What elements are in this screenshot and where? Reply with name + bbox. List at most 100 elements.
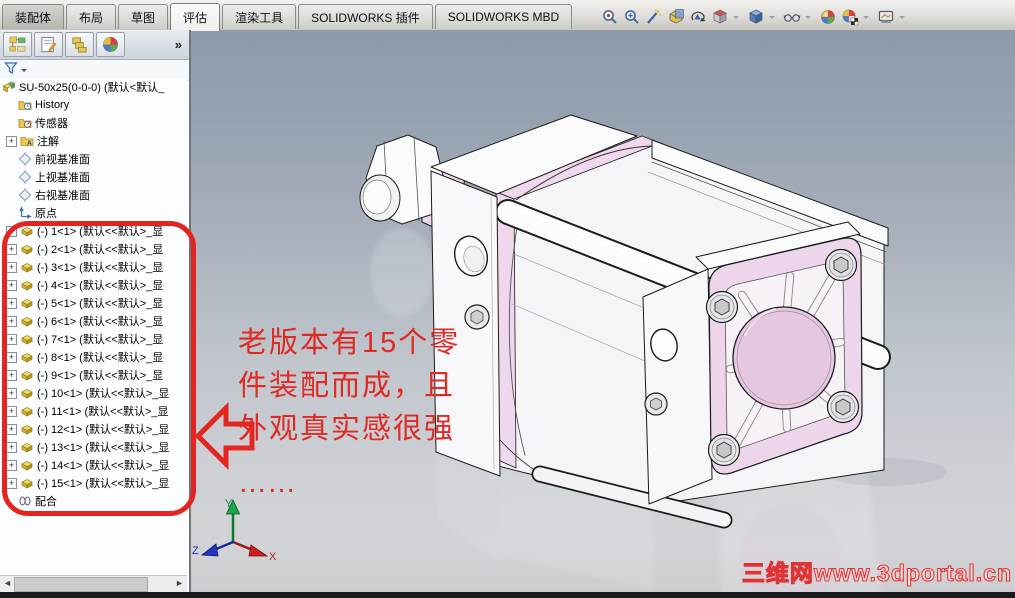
display-style-icon[interactable] [747, 8, 765, 26]
tree-item-part-19[interactable]: + (-) 12<1> (默认<<默认>_显 [0, 420, 187, 438]
zoom-to-selection-icon[interactable] [645, 8, 663, 26]
tree-item-part-18[interactable]: + (-) 11<1> (默认<<默认>_显 [0, 402, 187, 420]
tree-item-label: (-) 1<1> (默认<<默认>_显 [37, 226, 164, 238]
heads-up-view-toolbar [601, 8, 913, 26]
part-icon [20, 386, 34, 400]
expand-box[interactable]: + [6, 333, 17, 345]
filter-funnel-icon[interactable] [4, 61, 18, 80]
tree-item-history-1[interactable]: History [0, 96, 187, 114]
section-view-icon[interactable] [667, 8, 685, 26]
expand-box[interactable]: + [6, 351, 17, 363]
tree-item-label: SU-50x25(0-0-0) (默认<默认_ [19, 82, 165, 94]
expand-box[interactable]: + [6, 297, 17, 309]
tree-item-label: (-) 6<1> (默认<<默认>_显 [37, 316, 164, 328]
scroll-left-arrow[interactable]: ◄ [2, 578, 13, 589]
model-front-side-screw[interactable] [644, 392, 668, 416]
tree-item-part-15[interactable]: + (-) 8<1> (默认<<默认>_显 [0, 348, 187, 366]
expand-box[interactable]: + [6, 423, 17, 435]
reference-triad: Y X Z [192, 498, 277, 563]
hide-show-items-icon[interactable] [783, 8, 801, 26]
tree-item-label: (-) 4<1> (默认<<默认>_显 [37, 280, 164, 292]
tree-item-label: 传感器 [35, 118, 68, 130]
configurationmanager-tab[interactable] [65, 32, 94, 57]
tree-item-plane-4[interactable]: 前视基准面 [0, 150, 187, 168]
tree-item-sensors-2[interactable]: 传感器 [0, 114, 187, 132]
tree-horizontal-scrollbar[interactable]: ◄ ► [0, 575, 187, 592]
expand-box[interactable]: + [6, 225, 17, 237]
tree-item-part-17[interactable]: + (-) 10<1> (默认<<默认>_显 [0, 384, 187, 402]
tree-item-annotations-3[interactable]: + A 注解 [0, 132, 187, 150]
part-icon [20, 458, 34, 472]
tab-command-5[interactable]: SOLIDWORKS 插件 [298, 4, 433, 29]
expand-box[interactable]: + [6, 261, 17, 273]
3d-scene[interactable]: Y X Z [191, 30, 1015, 592]
expand-box[interactable]: + [6, 279, 17, 291]
expand-box[interactable]: + [6, 405, 17, 417]
tree-item-plane-5[interactable]: 上视基准面 [0, 168, 187, 186]
tree-item-label: (-) 8<1> (默认<<默认>_显 [37, 352, 164, 364]
tab-command-2[interactable]: 草图 [118, 4, 169, 29]
tree-item-plane-6[interactable]: 右视基准面 [0, 186, 187, 204]
part-icon [20, 422, 34, 436]
tab-command-1[interactable]: 布局 [66, 4, 117, 29]
apply-scene-dropdown-arrow[interactable] [863, 16, 869, 22]
expand-box[interactable]: + [6, 135, 17, 147]
model-bore-cover[interactable] [732, 306, 836, 410]
history-icon [18, 98, 32, 112]
tree-item-part-14[interactable]: + (-) 7<1> (默认<<默认>_显 [0, 330, 187, 348]
display-style-dropdown-arrow[interactable] [769, 16, 775, 22]
zoom-area-icon[interactable] [623, 8, 641, 26]
filter-dropdown-arrow[interactable] [21, 69, 27, 75]
tree-item-part-9[interactable]: + (-) 2<1> (默认<<默认>_显 [0, 240, 187, 258]
part-icon [20, 332, 34, 346]
expand-box[interactable]: + [6, 441, 17, 453]
expand-box[interactable]: + [6, 477, 17, 489]
propertymanager-tab[interactable] [34, 32, 63, 57]
part-icon [20, 368, 34, 382]
panel-more-chevrons[interactable]: » [175, 37, 186, 52]
tree-item-part-22[interactable]: + (-) 15<1> (默认<<默认>_显 [0, 474, 187, 492]
graphics-viewport[interactable]: Y X Z 三维网www.3dportal.cn [191, 30, 1015, 592]
scroll-right-arrow[interactable]: ► [174, 578, 185, 589]
part-icon [20, 314, 34, 328]
tree-item-origin-7[interactable]: 原点 [0, 204, 187, 222]
tree-item-part-21[interactable]: + (-) 14<1> (默认<<默认>_显 [0, 456, 187, 474]
expand-box[interactable]: + [6, 315, 17, 327]
hide-show-items-dropdown-arrow[interactable] [805, 16, 811, 22]
rotate-view-icon[interactable] [689, 8, 707, 26]
window-bottom-edge [0, 592, 1015, 598]
tree-item-part-20[interactable]: + (-) 13<1> (默认<<默认>_显 [0, 438, 187, 456]
model-rear-screw[interactable] [464, 304, 490, 330]
view-settings-icon[interactable] [877, 8, 895, 26]
tree-item-part-12[interactable]: + (-) 5<1> (默认<<默认>_显 [0, 294, 187, 312]
expand-box[interactable]: + [6, 459, 17, 471]
scrollbar-thumb[interactable] [14, 577, 148, 592]
view-orientation-dropdown-arrow[interactable] [733, 16, 739, 22]
tree-item-label: 注解 [37, 136, 59, 148]
view-settings-dropdown-arrow[interactable] [899, 16, 905, 22]
expand-box[interactable]: + [6, 387, 17, 399]
zoom-fit-icon[interactable] [601, 8, 619, 26]
tree-item-mates-23[interactable]: 配合 [0, 492, 187, 510]
mates-icon [18, 494, 32, 508]
expand-box[interactable]: + [6, 369, 17, 381]
tab-command-0[interactable]: 装配体 [2, 4, 65, 29]
tree-item-part-16[interactable]: + (-) 9<1> (默认<<默认>_显 [0, 366, 187, 384]
tree-item-label: 配合 [35, 496, 57, 508]
feature-tree: SU-50x25(0-0-0) (默认<默认_ History 传感器 + A 注解 前视基… [0, 78, 187, 576]
tree-item-part-13[interactable]: + (-) 6<1> (默认<<默认>_显 [0, 312, 187, 330]
edit-appearance-icon[interactable] [819, 8, 837, 26]
triad-x-label: X [269, 551, 277, 563]
tree-item-part-11[interactable]: + (-) 4<1> (默认<<默认>_显 [0, 276, 187, 294]
tree-root-item[interactable]: SU-50x25(0-0-0) (默认<默认_ [0, 78, 187, 96]
tab-command-6[interactable]: SOLIDWORKS MBD [434, 4, 573, 29]
tab-evaluate[interactable]: 评估 [170, 3, 221, 31]
tree-item-part-8[interactable]: + (-) 1<1> (默认<<默认>_显 [0, 222, 187, 240]
tab-command-4[interactable]: 渲染工具 [222, 4, 297, 29]
expand-box[interactable]: + [6, 243, 17, 255]
apply-scene-icon[interactable] [841, 8, 859, 26]
view-orientation-icon[interactable] [711, 8, 729, 26]
featuremanager-tab[interactable] [3, 32, 32, 57]
tree-item-part-10[interactable]: + (-) 3<1> (默认<<默认>_显 [0, 258, 187, 276]
displaymanager-tab[interactable] [96, 32, 125, 57]
